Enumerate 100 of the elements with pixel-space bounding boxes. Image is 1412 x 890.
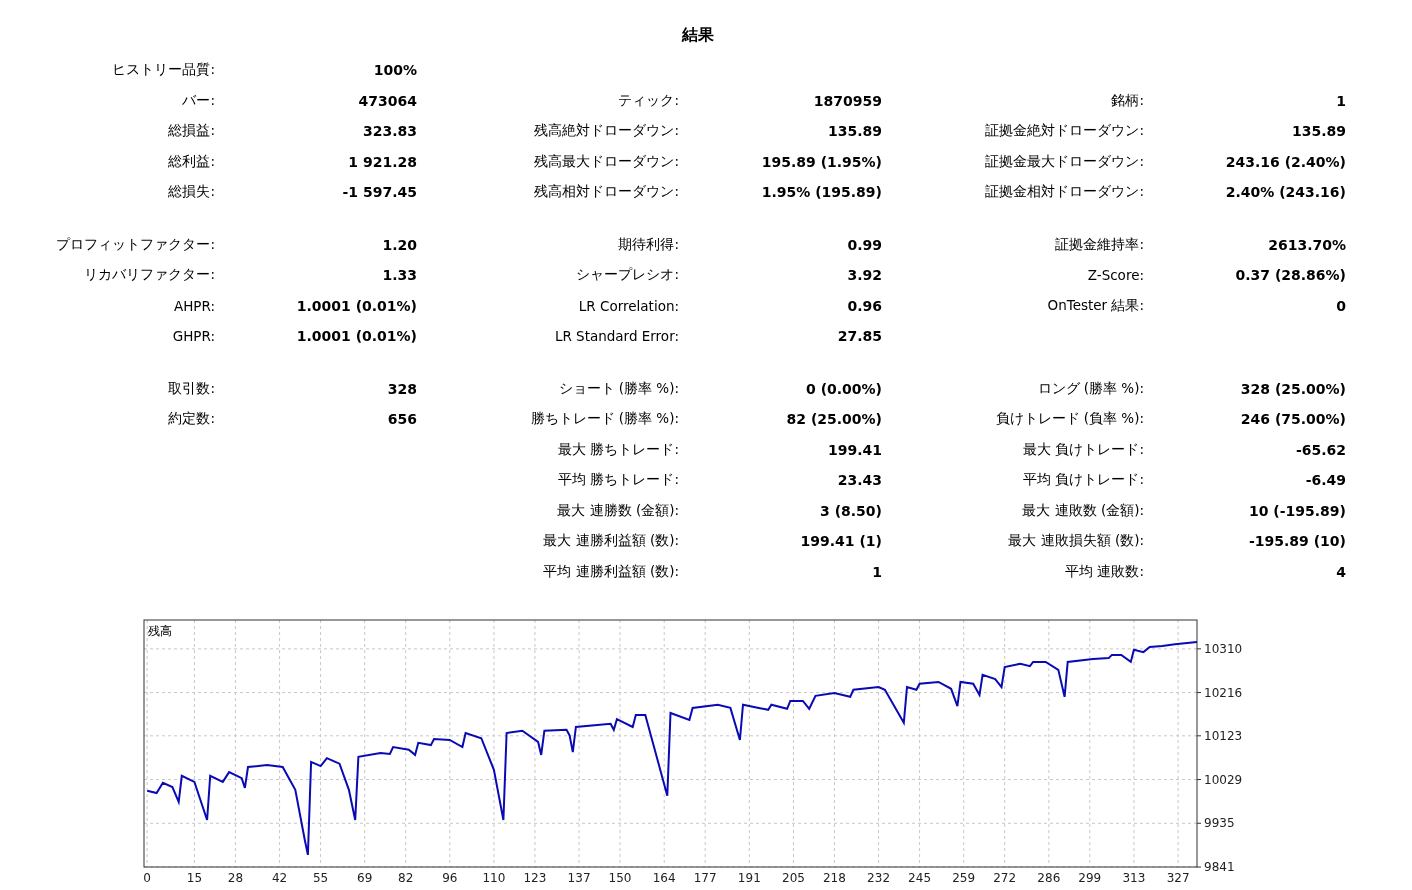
axis-tick-label: 191 [737,871,761,884]
stat-label: 最大 連敗損失額 (数): [1008,532,1144,551]
stat-value: 1 [1336,92,1346,109]
stat-label: 証拠金絶対ドローダウン: [985,122,1144,141]
stat-value: 328 (25.00%) [1240,380,1346,397]
stat-value: 1 [872,563,882,580]
stat-label: 最大 連勝利益額 (数): [543,532,679,551]
stat-label: シャープレシオ: [576,266,679,285]
axis-tick-label: 42 [271,871,288,884]
stat-value: 243.16 (2.40%) [1225,153,1346,170]
stat-value: 246 (75.00%) [1240,411,1346,428]
stat-value: 1.95% (195.89) [761,184,882,201]
stat-label: 証拠金維持率: [1055,235,1144,254]
stat-label: 最大 負けトレード: [1023,440,1144,459]
stat-value: 0.37 (28.86%) [1235,267,1346,284]
axis-tick-label: 15 [186,871,203,884]
stat-value: -6.49 [1305,472,1346,489]
stat-value: 27.85 [837,328,882,345]
stat-value: 0.99 [847,236,882,253]
stat-value: 135.89 [827,123,882,140]
axis-tick-label: 123 [523,871,547,884]
stat-value: 199.41 (1) [800,533,882,550]
stat-value: 195.89 (1.95%) [761,153,882,170]
stat-label: 平均 負けトレード: [1023,471,1144,490]
stat-value: 0.96 [847,297,882,314]
stat-value: 2.40% (243.16) [1225,184,1346,201]
axis-tick-label: 28 [227,871,244,884]
axis-tick-label: 10123 [1204,728,1243,743]
stat-label: Z-Score: [1087,267,1144,284]
stat-value: -195.89 (10) [1249,533,1346,550]
stat-value: 23.43 [837,472,882,489]
axis-tick-label: 96 [442,871,458,884]
stat-label: 総利益: [168,152,215,171]
stat-label: バー: [182,91,215,110]
stat-label: 残高最大ドローダウン: [534,152,679,171]
series-label: 残高 [148,624,172,638]
axis-tick-label: 55 [312,871,329,884]
stat-value: 135.89 [1291,123,1346,140]
stat-value: 656 [387,411,417,428]
stat-label: 期待利得: [618,235,679,254]
axis-tick-label: 313 [1122,871,1146,884]
axis-tick-label: 205 [782,871,805,884]
stat-value: 0 (0.00%) [806,380,882,397]
stat-label: GHPR: [172,328,215,345]
axis-tick-label: 232 [867,871,891,884]
stat-label: 最大 連勝数 (金額): [557,501,679,520]
axis-tick-label: 218 [823,871,846,884]
stat-label: 証拠金最大ドローダウン: [985,152,1144,171]
stat-value: 1 921.28 [348,153,417,170]
stat-value: 1.20 [382,236,417,253]
stat-label: 約定数: [168,410,215,429]
axis-tick-label: 299 [1078,871,1102,884]
axis-tick-label: 10216 [1204,685,1243,700]
stat-label: ティック: [618,91,679,110]
stat-label: リカバリファクター: [84,266,215,285]
axis-tick-label: 272 [993,871,1017,884]
stat-label: LR Standard Error: [554,328,679,345]
stat-label: 証拠金相対ドローダウン: [985,183,1144,202]
stat-label: 最大 連敗数 (金額): [1022,501,1144,520]
axis-tick-label: 9841 [1204,860,1235,874]
axis-tick-label: 110 [482,871,506,884]
stat-label: 負けトレード (負率 %): [995,410,1144,429]
stat-label: OnTester 結果: [1047,296,1144,315]
stat-label: 総損失: [168,183,215,202]
stat-label: ショート (勝率 %): [558,379,679,398]
axis-tick-label: 286 [1037,871,1061,884]
stat-value: -65.62 [1295,441,1346,458]
stat-label: 平均 勝ちトレード: [558,471,679,490]
stat-label: 残高絶対ドローダウン: [534,122,679,141]
stat-value: 100% [373,62,417,79]
stat-label: プロフィットファクター: [56,235,215,254]
stat-label: ロング (勝率 %): [1037,379,1144,398]
axis-tick-label: 150 [608,871,632,884]
stat-value: 10 (-195.89) [1249,502,1346,519]
axis-tick-label: 9935 [1204,816,1235,831]
stat-label: LR Correlation: [578,297,679,314]
stat-value: 473064 [358,92,417,109]
stat-value: 1.33 [382,267,417,284]
axis-tick-label: 0 [143,871,151,884]
stat-value: 82 (25.00%) [786,411,882,428]
stat-value: 328 [387,380,417,397]
stat-label: 平均 連勝利益額 (数): [543,562,679,581]
stat-value: 1870959 [813,92,882,109]
axis-tick-label: 177 [693,871,717,884]
stat-value: 4 [1336,563,1346,580]
results-title: 結果 [680,24,715,46]
stat-value: 1.0001 (0.01%) [296,328,417,345]
stat-label: 総損益: [168,122,215,141]
stat-value: 323.83 [362,123,417,140]
axis-tick-label: 259 [952,871,976,884]
axis-tick-label: 327 [1166,871,1190,884]
stat-value: 1.0001 (0.01%) [296,297,417,314]
axis-tick-label: 69 [357,871,373,884]
axis-tick-label: 137 [567,871,591,884]
stat-label: 平均 連敗数: [1065,562,1144,581]
axis-tick-label: 10029 [1204,772,1243,787]
stat-label: 銘柄: [1111,91,1144,110]
stat-label: ヒストリー品質: [112,61,215,80]
stat-label: 最大 勝ちトレード: [558,440,679,459]
axis-tick-label: 245 [908,871,931,884]
